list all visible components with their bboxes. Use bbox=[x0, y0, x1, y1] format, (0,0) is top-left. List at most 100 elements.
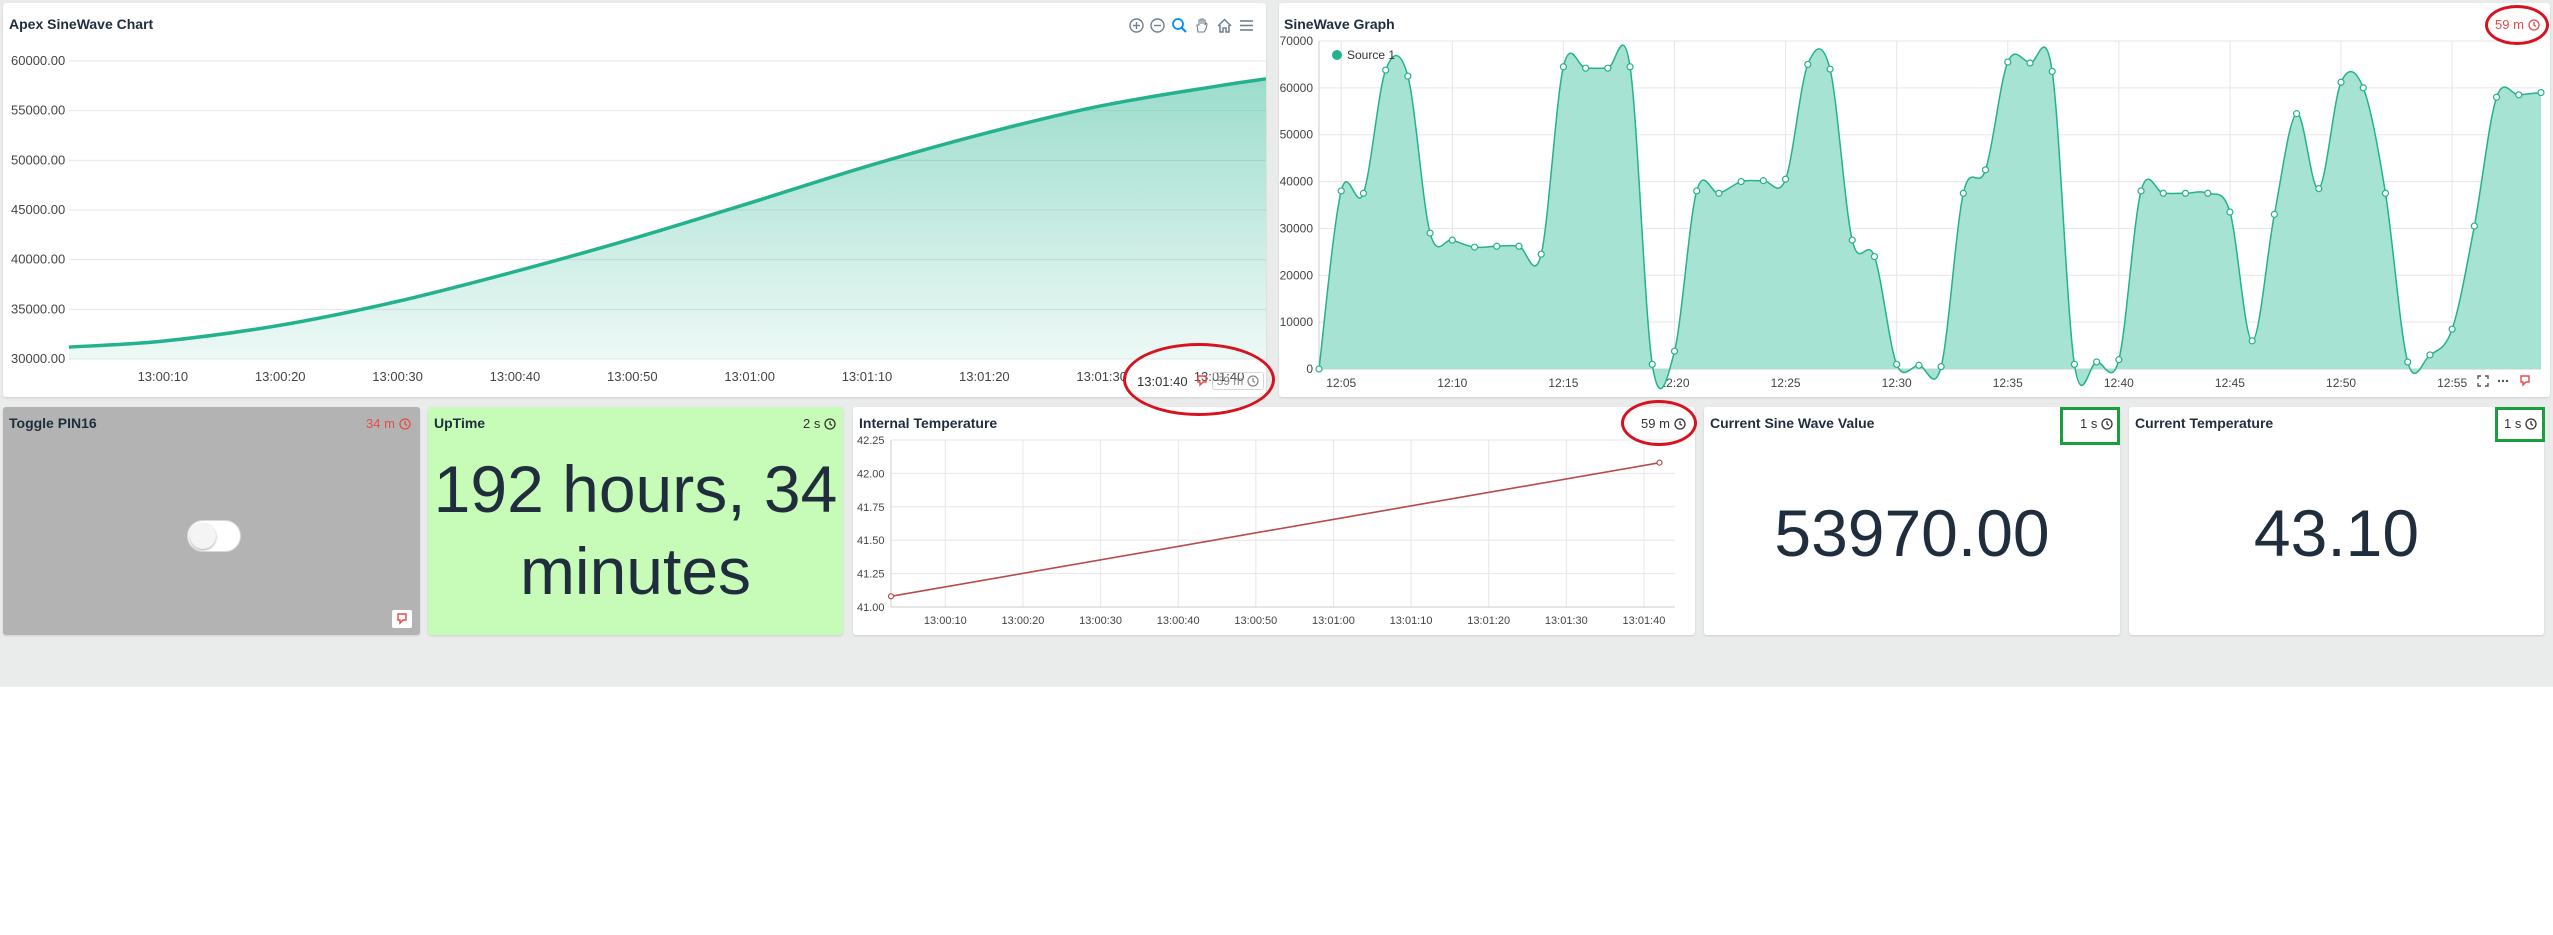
data-point bbox=[1559, 63, 1567, 71]
pin16-toggle-switch[interactable] bbox=[187, 520, 241, 552]
annotation-green-box-temp-age bbox=[2495, 407, 2545, 442]
home-icon[interactable] bbox=[1216, 17, 1233, 34]
sine-value-title: Current Sine Wave Value bbox=[1710, 415, 1875, 431]
data-point bbox=[2315, 185, 2323, 193]
sine-value-display: 53970.00 bbox=[1774, 496, 2050, 570]
data-point bbox=[2204, 189, 2212, 197]
data-point bbox=[2048, 67, 2056, 76]
menu-icon[interactable] bbox=[1238, 17, 1255, 34]
selection-zoom-icon[interactable] bbox=[1171, 17, 1188, 34]
x-tick-label: 13:00:40 bbox=[1157, 615, 1200, 627]
data-point bbox=[1870, 252, 1879, 261]
data-point bbox=[1537, 250, 1545, 258]
y-tick-label: 70000 bbox=[1280, 34, 1314, 48]
y-tick-label: 41.75 bbox=[857, 502, 885, 514]
x-tick-label: 12:50 bbox=[2326, 376, 2356, 390]
y-tick-label: 42.00 bbox=[857, 468, 885, 480]
annotation-red-ellipse-sinegraph-age bbox=[2485, 5, 2549, 45]
data-point bbox=[2181, 189, 2190, 197]
x-tick-label: 13:01:10 bbox=[1390, 615, 1433, 627]
y-tick-label: 20000 bbox=[1280, 268, 1314, 282]
data-point bbox=[1626, 63, 1634, 71]
data-point bbox=[2448, 325, 2456, 333]
disconnected-alert-box[interactable] bbox=[392, 610, 412, 628]
apex-chart-plot[interactable]: 30000.00 35000.00 40000.00 45000.00 50000.00… bbox=[3, 3, 1266, 397]
data-point bbox=[2359, 84, 2367, 92]
sinegraph-chart-plot[interactable]: 0 10000 20000 30000 40000 50000 60000 70000 12:0… bbox=[1279, 3, 2550, 397]
x-tick-label: 13:00:20 bbox=[1002, 615, 1045, 627]
data-point bbox=[2248, 337, 2256, 345]
data-point bbox=[1426, 229, 1434, 237]
data-point bbox=[1737, 177, 1745, 186]
temp-chart-plot[interactable]: 41.00 41.25 41.50 41.75 42.00 42.25 13:00:10 13… bbox=[853, 407, 1695, 635]
data-point bbox=[2404, 358, 2412, 366]
zoom-out-icon[interactable] bbox=[1149, 17, 1166, 34]
y-tick-label: 35000.00 bbox=[11, 301, 65, 316]
sinewave-graph-card: SineWave Graph 59 m 0 10000 20000 30000 4000… bbox=[1279, 3, 2550, 397]
cur-temp-display: 43.10 bbox=[2253, 496, 2420, 570]
x-tick-label: 13:01:30 bbox=[1545, 615, 1588, 627]
x-tick-label: 12:10 bbox=[1437, 376, 1467, 390]
fullscreen-icon[interactable] bbox=[2477, 375, 2489, 387]
uptime-age-badge[interactable]: 2 s bbox=[803, 416, 836, 431]
toggle-pin16-card: Toggle PIN16 34 m bbox=[3, 407, 420, 635]
uptime-card: UpTime 2 s 192 hours, 34 minutes bbox=[428, 407, 843, 635]
y-tick-label: 40000 bbox=[1280, 175, 1314, 189]
y-tick-label: 60000.00 bbox=[11, 53, 65, 68]
data-point bbox=[1359, 189, 1368, 197]
toggle-card-title: Toggle PIN16 bbox=[9, 415, 97, 431]
y-tick-label: 10000 bbox=[1280, 315, 1314, 329]
data-point bbox=[2381, 189, 2390, 197]
data-point bbox=[1670, 347, 1679, 355]
y-tick-label: 50000.00 bbox=[11, 152, 65, 167]
x-tick-label: 13:01:20 bbox=[959, 369, 1010, 384]
data-point bbox=[1604, 64, 1612, 72]
data-point bbox=[2226, 208, 2234, 216]
pan-icon[interactable] bbox=[1193, 17, 1210, 34]
y-tick-label: 42.25 bbox=[857, 435, 885, 447]
legend-marker bbox=[1332, 50, 1342, 60]
x-tick-label: 13:01:30 bbox=[1076, 369, 1127, 384]
x-tick-label: 13:01:20 bbox=[1467, 615, 1510, 627]
clock-icon bbox=[399, 417, 411, 430]
x-tick-label: 13:00:30 bbox=[1079, 615, 1122, 627]
x-tick-label: 12:30 bbox=[1882, 376, 1912, 390]
y-tick-label: 40000.00 bbox=[11, 252, 65, 267]
data-point bbox=[2070, 360, 2079, 368]
y-tick-label: 30000 bbox=[1280, 221, 1314, 235]
data-point bbox=[1715, 189, 1723, 197]
data-point bbox=[1759, 177, 1767, 185]
zoom-in-icon[interactable] bbox=[1128, 17, 1145, 34]
series-line bbox=[68, 77, 1266, 349]
data-point bbox=[2270, 210, 2278, 218]
data-point bbox=[2492, 93, 2501, 101]
data-point bbox=[2515, 91, 2523, 99]
data-point bbox=[2137, 187, 2145, 195]
toggle-age-badge[interactable]: 34 m bbox=[366, 416, 411, 431]
series-area bbox=[69, 78, 1266, 359]
data-point bbox=[1848, 236, 1856, 244]
x-tick-label: 13:00:10 bbox=[924, 615, 967, 627]
y-tick-label: 41.25 bbox=[857, 569, 885, 581]
data-point bbox=[1937, 363, 1945, 371]
data-point bbox=[1470, 243, 1479, 251]
data-point bbox=[2026, 59, 2034, 67]
x-tick-label: 13:01:40 bbox=[1623, 615, 1666, 627]
apex-sinewave-card: Apex SineWave Chart 30000.00 35000.00 4000… bbox=[3, 3, 1266, 397]
data-point bbox=[1404, 72, 1412, 80]
series-area bbox=[1319, 45, 2541, 389]
toggle-knob bbox=[190, 523, 216, 549]
data-point bbox=[1337, 187, 1345, 195]
y-tick-label: 60000 bbox=[1280, 81, 1314, 95]
apex-card-title: Apex SineWave Chart bbox=[9, 16, 154, 32]
series-line bbox=[890, 461, 1660, 598]
y-tick-label: 41.00 bbox=[857, 602, 885, 614]
more-icon[interactable] bbox=[2497, 375, 2509, 387]
x-tick-label: 12:25 bbox=[1771, 376, 1801, 390]
uptime-age: 2 s bbox=[803, 416, 821, 431]
x-tick-label: 13:01:00 bbox=[1312, 615, 1355, 627]
disconnected-alert-icon[interactable] bbox=[2519, 375, 2531, 387]
data-point bbox=[1656, 459, 1663, 466]
cur-temp-title: Current Temperature bbox=[2135, 415, 2274, 431]
data-point bbox=[2537, 88, 2545, 97]
